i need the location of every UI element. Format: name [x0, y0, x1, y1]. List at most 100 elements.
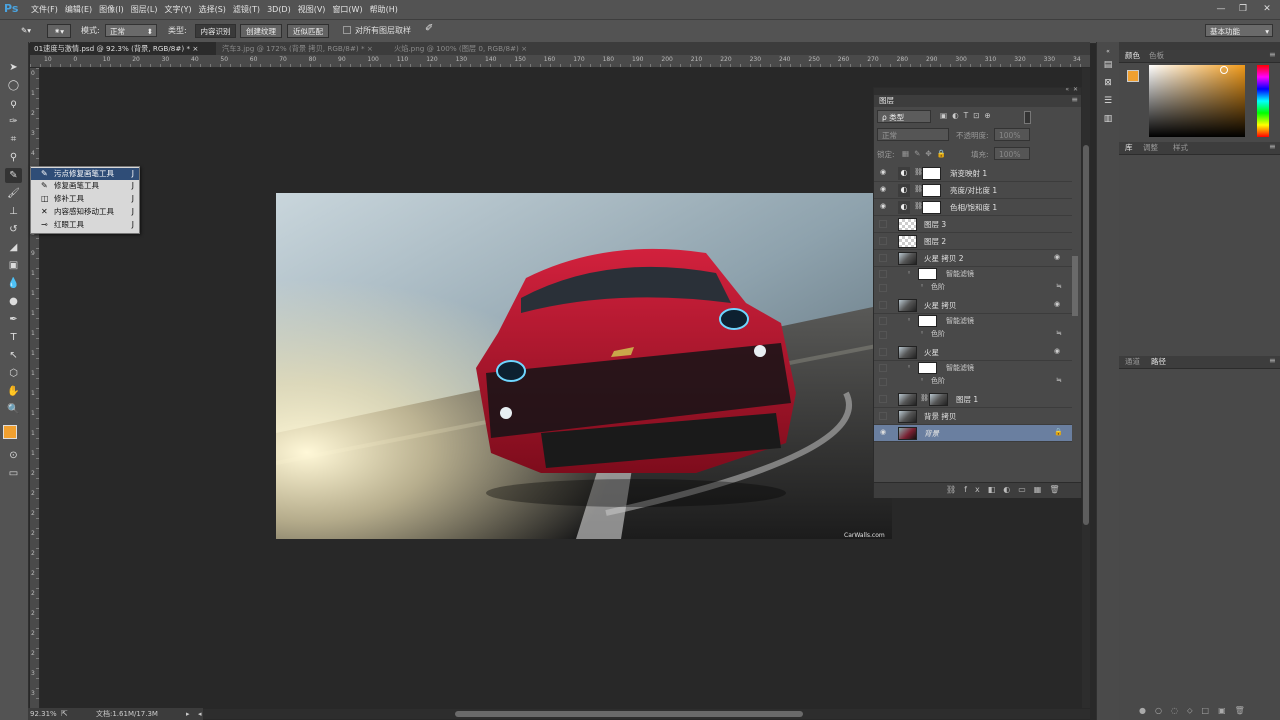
visibility-eye-icon[interactable] — [879, 301, 887, 309]
layer-row[interactable]: ◉ 火星 — [874, 344, 1072, 361]
visibility-eye-icon[interactable]: ◉ — [879, 186, 887, 194]
quick-selection-tool-icon[interactable]: ✑ — [5, 114, 22, 129]
sample-all-layers-checkbox[interactable] — [343, 26, 351, 34]
menu-window[interactable]: 窗口(W) — [331, 0, 368, 19]
visibility-eye-icon[interactable] — [879, 412, 887, 420]
layer-row[interactable]: ⛓ 图层 1 — [874, 391, 1072, 408]
panel-menu-icon[interactable]: ≡ — [1071, 95, 1078, 104]
zoom-tool-icon[interactable]: 🔍 — [5, 402, 22, 417]
filter-visibility-icon[interactable]: ◦ — [920, 376, 924, 384]
clone-stamp-tool-icon[interactable]: ⊥ — [5, 204, 22, 219]
blend-mode-select[interactable]: 正常 — [877, 128, 949, 141]
tab-layers[interactable]: 图层 — [879, 95, 894, 107]
layer-row[interactable]: ◉ ◐ ⛓ 渐变映射 1 — [874, 165, 1072, 182]
close-icon[interactable]: × — [192, 44, 198, 53]
hand-tool-icon[interactable]: ✋ — [5, 384, 22, 399]
tab-libraries[interactable]: 库 — [1125, 142, 1133, 154]
tab-adjustments[interactable]: 调整 — [1143, 142, 1158, 154]
pressure-size-icon[interactable]: ✐ — [425, 23, 433, 34]
properties-panel-icon[interactable]: ☰ — [1101, 94, 1115, 108]
screen-mode-icon[interactable]: ▭ — [5, 466, 22, 481]
layer-list-scroll-thumb[interactable] — [1072, 256, 1078, 316]
brush-picker[interactable]: ⁕▾ — [47, 24, 71, 38]
close-icon[interactable]: × — [521, 44, 527, 53]
layer-mask-thumbnail[interactable] — [922, 184, 941, 197]
mode-select[interactable]: 正常 ⬍ — [105, 24, 157, 37]
menu-help[interactable]: 帮助(H) — [369, 0, 404, 19]
smart-filter-mask-thumbnail[interactable] — [918, 315, 937, 327]
flyout-item-patch[interactable]: ◫ 修补工具 J — [31, 193, 139, 205]
collapse-panels-icon[interactable]: « — [1101, 45, 1115, 59]
smart-filter-mask-thumbnail[interactable] — [918, 362, 937, 374]
visibility-eye-icon[interactable] — [879, 331, 887, 339]
visibility-eye-icon[interactable] — [879, 348, 887, 356]
create-texture-button[interactable]: 创建纹理 — [240, 24, 282, 38]
tab-document-1[interactable]: 01速度与激情.psd @ 92.3% (背景, RGB/8#) * × — [30, 42, 216, 55]
info-panel-icon[interactable]: ▥ — [1101, 112, 1115, 126]
restore-button[interactable]: ❐ — [1232, 2, 1254, 16]
visibility-eye-icon[interactable] — [879, 270, 887, 278]
menu-image[interactable]: 图像(I) — [98, 0, 130, 19]
close-icon[interactable]: ✕ — [1073, 86, 1078, 93]
visibility-eye-icon[interactable] — [879, 395, 887, 403]
tab-paths[interactable]: 路径 — [1151, 356, 1166, 368]
visibility-eye-icon[interactable] — [879, 364, 887, 372]
visibility-eye-icon[interactable]: ◉ — [879, 169, 887, 177]
visibility-eye-icon[interactable]: ◉ — [879, 203, 887, 211]
lasso-tool-icon[interactable]: ϙ — [5, 96, 22, 111]
opacity-input[interactable]: 100% — [994, 128, 1030, 141]
menu-file[interactable]: 文件(F) — [30, 0, 64, 19]
eraser-tool-icon[interactable]: ◢ — [5, 240, 22, 255]
zoom-level[interactable]: 92.31% — [30, 708, 57, 720]
panel-menu-icon[interactable]: ≡ — [1269, 356, 1276, 365]
close-icon[interactable]: × — [367, 44, 373, 53]
layer-mask-thumbnail[interactable] — [922, 201, 941, 214]
workspace-select[interactable]: 基本功能 ▾ — [1205, 24, 1273, 37]
visibility-eye-icon[interactable] — [879, 284, 887, 292]
gradient-tool-icon[interactable]: ▣ — [5, 258, 22, 273]
flyout-item-content-aware-move[interactable]: ✕ 内容感知移动工具 J — [31, 206, 139, 218]
layer-filter-select[interactable]: ρ 类型 — [877, 110, 931, 123]
layer-filter-icons[interactable]: ▣◐T⊡⊕ — [940, 111, 996, 120]
collapse-icon[interactable]: « — [1065, 86, 1069, 93]
tool-preset-picker[interactable]: ✎▾ — [12, 24, 40, 38]
smart-filter-row[interactable]: ◦ ≒ 色阶 — [874, 328, 1072, 342]
horizontal-scroll-thumb[interactable] — [455, 711, 803, 717]
filter-options-icon[interactable]: ≒ — [1056, 282, 1062, 290]
filter-visibility-icon[interactable]: ◦ — [920, 329, 924, 337]
layer-mask-thumbnail[interactable] — [922, 167, 941, 180]
visibility-eye-icon[interactable] — [879, 237, 887, 245]
smart-filter-icon[interactable]: ◉ — [1054, 253, 1060, 261]
layer-row[interactable]: 背景 拷贝 — [874, 408, 1072, 425]
close-window-button[interactable]: ✕ — [1256, 2, 1278, 16]
minimize-button[interactable]: — — [1210, 2, 1232, 16]
smart-filter-row[interactable]: ◦ ≒ 色阶 — [874, 281, 1072, 295]
visibility-eye-icon[interactable] — [879, 317, 887, 325]
panel-menu-icon[interactable]: ≡ — [1269, 142, 1276, 151]
tab-document-2[interactable]: 汽车3.jpg @ 172% (背景 拷贝, RGB/8#) * × — [218, 42, 388, 55]
path-selection-tool-icon[interactable]: ↖ — [5, 348, 22, 363]
tab-color[interactable]: 颜色 — [1125, 50, 1140, 62]
layer-row[interactable]: 图层 2 — [874, 233, 1072, 250]
proximity-match-button[interactable]: 近似匹配 — [287, 24, 329, 38]
filter-toggle-icon[interactable] — [1024, 111, 1031, 124]
panel-menu-icon[interactable]: ≡ — [1269, 50, 1276, 59]
filter-visibility-icon[interactable]: ◦ — [907, 363, 911, 371]
menu-type[interactable]: 文字(Y) — [163, 0, 197, 19]
spot-healing-tool-icon[interactable]: ✎ — [5, 168, 22, 183]
foreground-color-chip[interactable] — [1127, 70, 1139, 82]
quick-mask-icon[interactable]: ⊙ — [5, 448, 22, 463]
vertical-scroll-thumb[interactable] — [1083, 145, 1089, 525]
layer-row[interactable]: ◉ 🔒 背景 — [874, 425, 1072, 442]
tab-channels[interactable]: 通道 — [1125, 356, 1140, 368]
layer-row[interactable]: ◉ ◐ ⛓ 色相/饱和度 1 — [874, 199, 1072, 216]
layer-row[interactable]: ◉ 火星 拷贝 2 — [874, 250, 1072, 267]
foreground-color-swatch[interactable] — [3, 425, 17, 439]
shape-tool-icon[interactable]: ⬡ — [5, 366, 22, 381]
brush-tool-icon[interactable]: 🖌 — [5, 186, 22, 201]
menu-view[interactable]: 视图(V) — [297, 0, 332, 19]
visibility-eye-icon[interactable] — [879, 254, 887, 262]
history-panel-icon[interactable]: ▤ — [1101, 58, 1115, 72]
filter-options-icon[interactable]: ≒ — [1056, 329, 1062, 337]
layer-row[interactable]: 图层 3 — [874, 216, 1072, 233]
